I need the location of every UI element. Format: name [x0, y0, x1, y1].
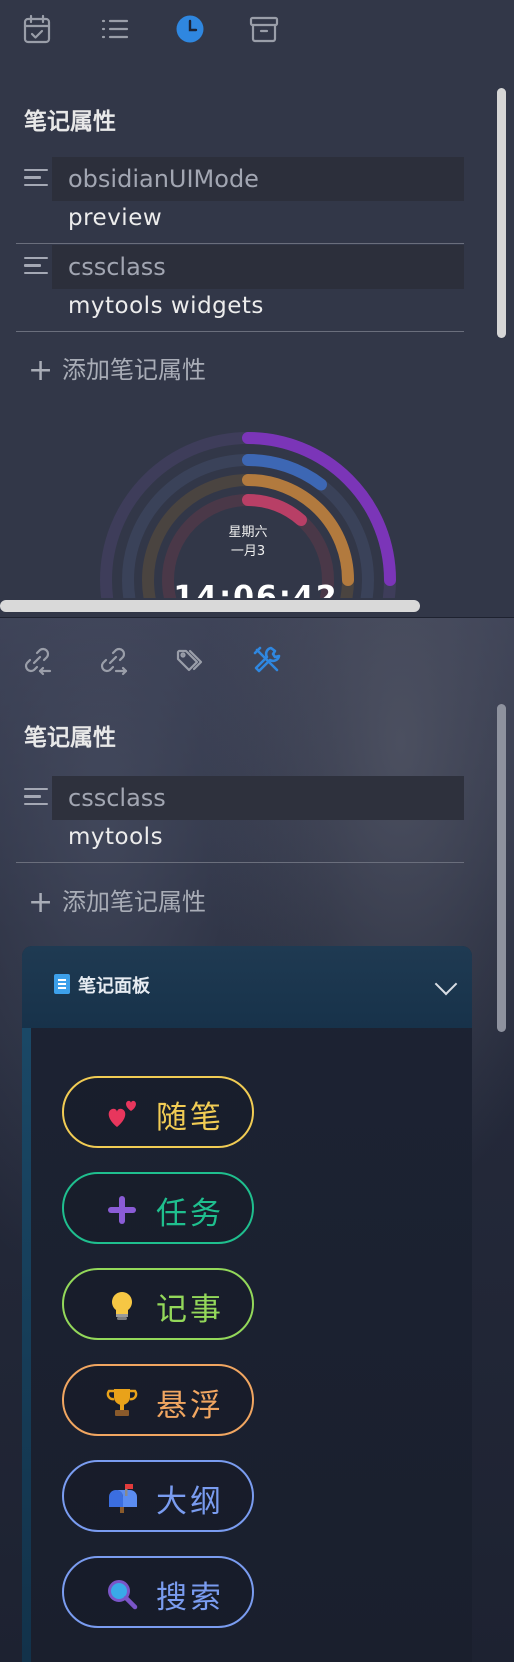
trophy-icon	[104, 1384, 140, 1420]
add-property-button[interactable]: + 添加笔记属性	[28, 882, 206, 920]
search-label: 搜索	[156, 1580, 224, 1616]
add-property-button[interactable]: + 添加笔记属性	[28, 350, 206, 388]
search-button[interactable]: 搜索	[62, 1556, 254, 1628]
bottom-toolbar	[0, 618, 514, 677]
task-label: 任务	[156, 1196, 224, 1232]
essay-label: 随笔	[156, 1100, 224, 1136]
property-value[interactable]: preview	[68, 205, 162, 231]
day-ring	[242, 493, 307, 526]
archive-icon[interactable]	[247, 12, 281, 46]
note-panel-title: 笔记面板	[78, 976, 150, 997]
note-label: 记事	[156, 1292, 224, 1328]
note-panel-header[interactable]: 笔记面板	[22, 946, 472, 1028]
add-property-label: 添加笔记属性	[62, 356, 206, 384]
properties-heading: 笔记属性	[24, 725, 116, 751]
lightbulb-icon	[104, 1288, 140, 1324]
hearts-icon	[104, 1096, 140, 1132]
magnifier-icon	[104, 1576, 140, 1612]
property-value[interactable]: mytools	[68, 824, 163, 850]
calendar-check-icon[interactable]	[20, 12, 54, 46]
outline-label: 大纲	[156, 1484, 224, 1520]
property-key[interactable]: obsidianUIMode	[52, 157, 464, 201]
text-property-icon[interactable]	[24, 169, 48, 189]
chevron-down-icon[interactable]	[434, 972, 458, 996]
outline-button[interactable]: 大纲	[62, 1460, 254, 1532]
book-icon	[54, 974, 70, 994]
float-label: 悬浮	[156, 1388, 224, 1424]
text-property-icon[interactable]	[24, 257, 48, 277]
float-button[interactable]: 悬浮	[62, 1364, 254, 1436]
property-row: cssclass mytools widgets	[16, 245, 464, 332]
task-button[interactable]: 任务	[62, 1172, 254, 1244]
clock-widget: 星期六 一月3 14:06:42	[88, 420, 408, 598]
property-value[interactable]: mytools widgets	[68, 293, 264, 319]
mailbox-icon	[104, 1480, 140, 1516]
link-in-icon[interactable]	[20, 643, 54, 677]
top-toolbar	[0, 0, 514, 56]
note-panel: 笔记面板 随笔 任务 记事 悬浮 大纲 搜索	[22, 946, 472, 1662]
plus-icon: +	[28, 353, 54, 388]
link-out-icon[interactable]	[96, 643, 130, 677]
essay-button[interactable]: 随笔	[62, 1076, 254, 1148]
plus-icon: +	[28, 885, 54, 920]
tools-icon[interactable]	[250, 643, 284, 677]
top-sidebar-pane: 笔记属性 obsidianUIMode preview cssclass myt…	[0, 0, 514, 618]
clock-icon[interactable]	[173, 12, 207, 46]
property-key[interactable]: cssclass	[52, 245, 464, 289]
tags-icon[interactable]	[174, 643, 208, 677]
property-row: cssclass mytools	[16, 776, 464, 863]
vertical-scrollbar[interactable]	[497, 704, 506, 1032]
vertical-scrollbar[interactable]	[497, 88, 506, 338]
horizontal-scrollbar[interactable]	[0, 600, 420, 612]
panel-accent-bar	[22, 1028, 31, 1662]
clock-weekday: 星期六	[228, 525, 268, 540]
property-key[interactable]: cssclass	[52, 776, 464, 820]
clock-time: 14:06:42	[173, 580, 339, 598]
clock-date: 一月3	[230, 544, 266, 559]
list-icon[interactable]	[98, 12, 132, 46]
property-row: obsidianUIMode preview	[16, 157, 464, 244]
text-property-icon[interactable]	[24, 788, 48, 808]
properties-heading: 笔记属性	[24, 109, 116, 135]
note-button[interactable]: 记事	[62, 1268, 254, 1340]
plus-icon	[104, 1192, 140, 1228]
add-property-label: 添加笔记属性	[62, 888, 206, 916]
